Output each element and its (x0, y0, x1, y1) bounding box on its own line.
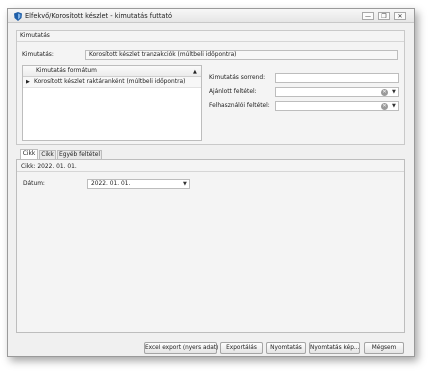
close-button[interactable]: ✕ (394, 12, 406, 20)
minimize-button[interactable]: — (362, 12, 374, 20)
cancel-button[interactable]: Mégsem (364, 342, 404, 354)
report-label: Kimutatás: (22, 52, 54, 58)
chevron-down-icon[interactable]: ▼ (183, 181, 187, 187)
chevron-down-icon[interactable]: ▼ (392, 89, 396, 95)
tab-info-divider (17, 171, 404, 172)
window-title: Elfekvő/Korosított készlet - kimutatás f… (25, 12, 173, 20)
format-grid-header[interactable]: Kimutatás formátum ▲ (23, 66, 201, 77)
recommended-condition-label: Ajánlott feltétel: (209, 89, 257, 95)
tab-content-panel: Cikk: 2022. 01. 01. Dátum: 2022. 01. 01.… (16, 159, 405, 333)
clear-circle-icon[interactable]: ✕ (381, 102, 388, 110)
print-button[interactable]: Nyomtatás (266, 342, 306, 354)
order-field[interactable] (275, 73, 399, 83)
shield-icon (14, 12, 22, 21)
chevron-down-icon[interactable]: ▼ (392, 103, 396, 109)
format-grid[interactable]: Kimutatás formátum ▲ ▶ Korosított készle… (22, 65, 202, 141)
sort-up-icon[interactable]: ▲ (193, 69, 197, 75)
format-column-header[interactable]: Kimutatás formátum (36, 68, 97, 74)
group-title-divider (17, 41, 404, 42)
restore-button[interactable]: ❐ (378, 12, 390, 20)
report-field: Korosított készlet tranzakciók (múltbeli… (85, 50, 398, 60)
date-picker[interactable]: 2022. 01. 01. (87, 179, 190, 189)
format-row-label[interactable]: Korosított készlet raktáranként (múltbel… (34, 79, 185, 85)
order-label: Kimutatás sorrend: (209, 75, 266, 81)
user-condition-label: Felhasználói feltétel: (209, 103, 270, 109)
excel-export-button[interactable]: Excel export (nyers adat) (144, 342, 218, 354)
date-label: Dátum: (23, 181, 45, 187)
report-group-title: Kimutatás (20, 33, 50, 39)
tab-info-text: Cikk: 2022. 01. 01. (21, 164, 77, 170)
report-runner-window: Elfekvő/Korosított készlet - kimutatás f… (7, 8, 415, 357)
print-image-button[interactable]: Nyomtatás kép... (309, 342, 360, 354)
export-button[interactable]: Exportálás (220, 342, 263, 354)
report-group: Kimutatás Kimutatás: Korosított készlet … (16, 30, 405, 145)
row-pointer-icon: ▶ (26, 79, 30, 85)
title-bar[interactable]: Elfekvő/Korosított készlet - kimutatás f… (8, 9, 414, 23)
clear-circle-icon[interactable]: ✕ (381, 88, 388, 96)
format-row[interactable]: ▶ Korosított készlet raktáranként (múltb… (23, 77, 201, 88)
